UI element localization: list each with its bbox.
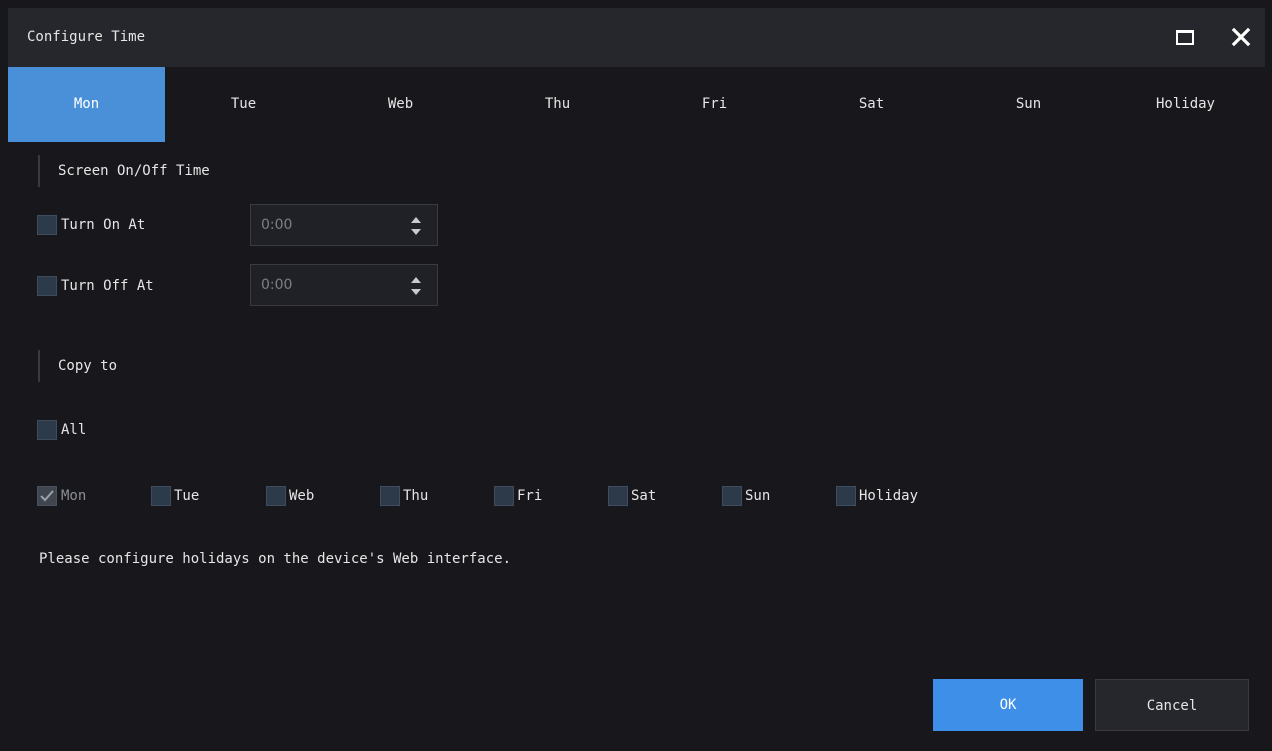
configure-time-dialog: Configure Time Mon Tue Web Thu Fri Sat S… <box>8 8 1265 751</box>
tab-sun[interactable]: Sun <box>950 67 1107 142</box>
cancel-button[interactable]: Cancel <box>1095 679 1249 731</box>
maximize-icon <box>1176 30 1194 45</box>
copy-sat-label: Sat <box>631 488 657 504</box>
turn-off-increment-button[interactable] <box>409 273 423 285</box>
copy-all-label: All <box>61 422 87 438</box>
copy-fri-checkbox[interactable] <box>494 486 514 506</box>
tab-holiday[interactable]: Holiday <box>1107 67 1264 142</box>
screen-onoff-heading-text: Screen On/Off Time <box>58 163 210 179</box>
title-bar: Configure Time <box>8 8 1265 67</box>
copy-all-checkbox[interactable] <box>37 420 57 440</box>
copy-sat-checkbox[interactable] <box>608 486 628 506</box>
ok-button[interactable]: OK <box>933 679 1083 731</box>
turn-off-time-value: 0:00 <box>261 277 293 293</box>
caret-up-icon <box>411 277 421 283</box>
copy-thu-checkbox[interactable] <box>380 486 400 506</box>
caret-up-icon <box>411 217 421 223</box>
copy-mon-label: Mon <box>61 488 87 504</box>
turn-off-checkbox[interactable] <box>37 276 57 296</box>
tab-thu[interactable]: Thu <box>479 67 636 142</box>
tab-mon[interactable]: Mon <box>8 67 165 142</box>
copy-sun-label: Sun <box>745 488 771 504</box>
copy-sun-checkbox[interactable] <box>722 486 742 506</box>
section-divider <box>38 350 40 382</box>
close-icon <box>1231 27 1251 47</box>
turn-off-label: Turn Off At <box>61 278 154 294</box>
close-button[interactable] <box>1226 22 1256 52</box>
copy-mon-checkbox[interactable] <box>37 486 57 506</box>
copy-to-heading: Copy to <box>38 350 117 382</box>
turn-off-time-input[interactable]: 0:00 <box>250 264 438 306</box>
copy-web-label: Web <box>289 488 315 504</box>
section-divider <box>38 155 40 187</box>
dialog-title: Configure Time <box>27 29 146 45</box>
turn-on-decrement-button[interactable] <box>409 227 423 239</box>
copy-tue-checkbox[interactable] <box>151 486 171 506</box>
holiday-note: Please configure holidays on the device'… <box>39 551 512 567</box>
copy-tue-label: Tue <box>174 488 200 504</box>
screen-onoff-heading: Screen On/Off Time <box>38 155 210 187</box>
checkmark-icon <box>40 490 54 502</box>
copy-thu-label: Thu <box>403 488 429 504</box>
tab-web[interactable]: Web <box>322 67 479 142</box>
turn-on-increment-button[interactable] <box>409 213 423 225</box>
tab-sat[interactable]: Sat <box>793 67 950 142</box>
copy-to-heading-text: Copy to <box>58 358 118 374</box>
turn-on-label: Turn On At <box>61 217 146 233</box>
copy-holiday-checkbox[interactable] <box>836 486 856 506</box>
turn-on-checkbox[interactable] <box>37 215 57 235</box>
tab-fri[interactable]: Fri <box>636 67 793 142</box>
turn-on-time-input[interactable]: 0:00 <box>250 204 438 246</box>
caret-down-icon <box>411 229 421 235</box>
copy-fri-label: Fri <box>517 488 543 504</box>
turn-on-time-value: 0:00 <box>261 217 293 233</box>
caret-down-icon <box>411 289 421 295</box>
maximize-button[interactable] <box>1169 22 1199 52</box>
copy-holiday-label: Holiday <box>859 488 919 504</box>
copy-web-checkbox[interactable] <box>266 486 286 506</box>
tab-tue[interactable]: Tue <box>165 67 322 142</box>
turn-off-decrement-button[interactable] <box>409 287 423 299</box>
day-tabs: Mon Tue Web Thu Fri Sat Sun Holiday <box>8 67 1265 142</box>
